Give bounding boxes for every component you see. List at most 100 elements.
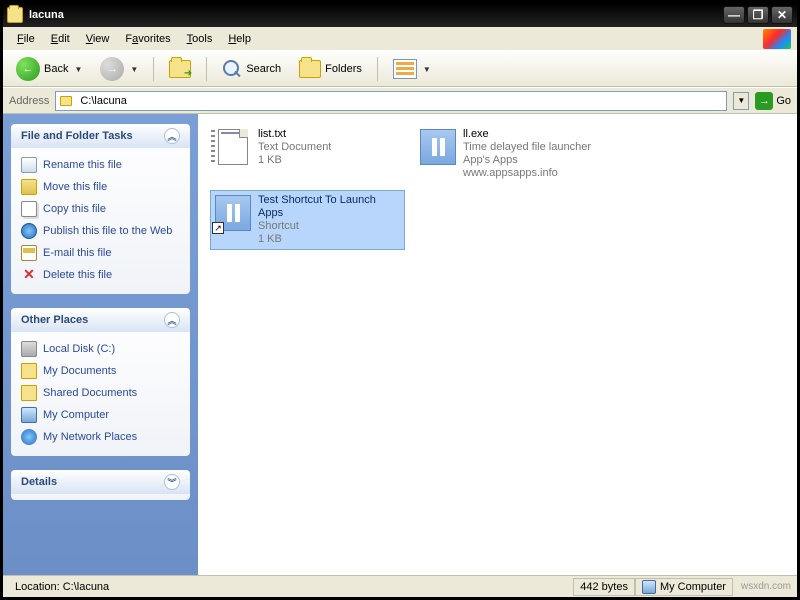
task-email[interactable]: E-mail this file	[21, 242, 180, 264]
back-arrow-icon: ←	[16, 57, 40, 81]
content-area: File and Folder Tasks ︽ Rename this file…	[3, 113, 797, 575]
task-label: Delete this file	[43, 269, 112, 281]
envelope-icon	[21, 245, 37, 261]
views-dropdown-icon[interactable]: ▼	[423, 65, 431, 74]
close-button[interactable]: ✕	[771, 6, 793, 24]
windows-flag-icon[interactable]	[763, 29, 791, 49]
status-zone: My Computer	[635, 578, 733, 596]
folder-icon	[60, 96, 72, 106]
folders-button[interactable]: Folders	[292, 56, 369, 82]
search-icon	[222, 59, 242, 79]
menu-edit[interactable]: Edit	[43, 31, 78, 47]
file-list[interactable]: list.txt Text Document 1 KB ll.exe Time …	[198, 114, 797, 575]
go-button[interactable]: → Go	[755, 92, 791, 110]
place-my-documents[interactable]: My Documents	[21, 360, 180, 382]
address-label: Address	[9, 95, 49, 107]
back-button[interactable]: ← Back ▼	[9, 53, 89, 85]
folder-icon	[7, 7, 23, 23]
address-field[interactable]	[55, 91, 727, 111]
folders-label: Folders	[325, 63, 362, 75]
file-item[interactable]: list.txt Text Document 1 KB	[210, 124, 405, 184]
window-title: lacuna	[29, 9, 721, 21]
menu-favorites[interactable]: Favorites	[117, 31, 178, 47]
place-my-computer[interactable]: My Computer	[21, 404, 180, 426]
task-label: Rename this file	[43, 159, 122, 171]
place-shared-documents[interactable]: Shared Documents	[21, 382, 180, 404]
file-item-selected[interactable]: ↗ Test Shortcut To Launch Apps Shortcut …	[210, 190, 405, 250]
menu-tools[interactable]: Tools	[179, 31, 221, 47]
separator	[377, 57, 378, 81]
maximize-button[interactable]: ❐	[747, 6, 769, 24]
status-zone-label: My Computer	[660, 581, 726, 593]
task-publish[interactable]: Publish this file to the Web	[21, 220, 180, 242]
other-places-panel: Other Places ︽ Local Disk (C:) My Docume…	[11, 308, 190, 456]
shortcut-overlay-icon: ↗	[212, 222, 224, 234]
task-rename[interactable]: Rename this file	[21, 154, 180, 176]
place-label: My Network Places	[43, 431, 137, 443]
explorer-window: lacuna — ❐ ✕ FFileile Edit View Favorite…	[0, 0, 800, 600]
back-dropdown-icon[interactable]: ▼	[74, 65, 82, 74]
file-tasks-header[interactable]: File and Folder Tasks ︽	[11, 124, 190, 148]
folder-icon	[21, 385, 37, 401]
search-button[interactable]: Search	[215, 55, 288, 83]
details-header[interactable]: Details ︾	[11, 470, 190, 494]
folders-icon	[299, 60, 321, 78]
shortcut-icon: ↗	[214, 194, 252, 232]
up-button[interactable]	[162, 56, 198, 82]
forward-arrow-icon: →	[100, 57, 124, 81]
task-label: Copy this file	[43, 203, 106, 215]
address-dropdown-button[interactable]: ▼	[733, 92, 749, 110]
file-size: 1 KB	[258, 154, 331, 167]
file-type: Text Document	[258, 141, 331, 154]
task-label: E-mail this file	[43, 247, 111, 259]
disk-icon	[21, 341, 37, 357]
forward-button[interactable]: → ▼	[93, 53, 145, 85]
file-name: ll.exe	[463, 128, 606, 141]
file-type: Shortcut	[258, 220, 401, 233]
separator	[153, 57, 154, 81]
move-icon	[21, 179, 37, 195]
other-places-header[interactable]: Other Places ︽	[11, 308, 190, 332]
search-label: Search	[246, 63, 281, 75]
menu-file[interactable]: FFileile	[9, 31, 43, 47]
file-item[interactable]: ll.exe Time delayed file launcher App's …	[415, 124, 610, 184]
network-icon	[21, 429, 37, 445]
file-name: Test Shortcut To Launch Apps	[258, 194, 401, 220]
menu-help[interactable]: Help	[220, 31, 259, 47]
address-bar: Address ▼ → Go	[3, 87, 797, 113]
file-info: App's Apps www.appsapps.info	[463, 154, 606, 180]
task-delete[interactable]: ✕Delete this file	[21, 264, 180, 286]
views-icon	[393, 59, 417, 79]
task-label: Publish this file to the Web	[43, 225, 172, 237]
menubar: FFileile Edit View Favorites Tools Help	[3, 27, 797, 51]
place-label: My Computer	[43, 409, 109, 421]
details-title: Details	[21, 476, 57, 488]
address-input[interactable]	[80, 95, 722, 107]
go-label: Go	[776, 95, 791, 107]
watermark: wsxdn.com	[741, 581, 791, 592]
task-copy[interactable]: Copy this file	[21, 198, 180, 220]
other-places-title: Other Places	[21, 314, 88, 326]
copy-icon	[21, 201, 37, 217]
collapse-icon[interactable]: ︽	[164, 312, 180, 328]
menu-view[interactable]: View	[78, 31, 118, 47]
details-panel: Details ︾	[11, 470, 190, 500]
place-my-network[interactable]: My Network Places	[21, 426, 180, 448]
status-location: Location: C:\lacuna	[9, 578, 573, 596]
file-size: 1 KB	[258, 233, 401, 246]
views-button[interactable]: ▼	[386, 55, 438, 83]
forward-dropdown-icon[interactable]: ▼	[130, 65, 138, 74]
titlebar[interactable]: lacuna — ❐ ✕	[3, 3, 797, 27]
place-label: My Documents	[43, 365, 116, 377]
task-move[interactable]: Move this file	[21, 176, 180, 198]
expand-icon[interactable]: ︾	[164, 474, 180, 490]
collapse-icon[interactable]: ︽	[164, 128, 180, 144]
application-icon	[419, 128, 457, 166]
file-type: Time delayed file launcher	[463, 141, 606, 154]
globe-icon	[21, 223, 37, 239]
text-document-icon	[214, 128, 252, 166]
place-local-disk[interactable]: Local Disk (C:)	[21, 338, 180, 360]
folder-icon	[21, 363, 37, 379]
minimize-button[interactable]: —	[723, 6, 745, 24]
place-label: Local Disk (C:)	[43, 343, 115, 355]
